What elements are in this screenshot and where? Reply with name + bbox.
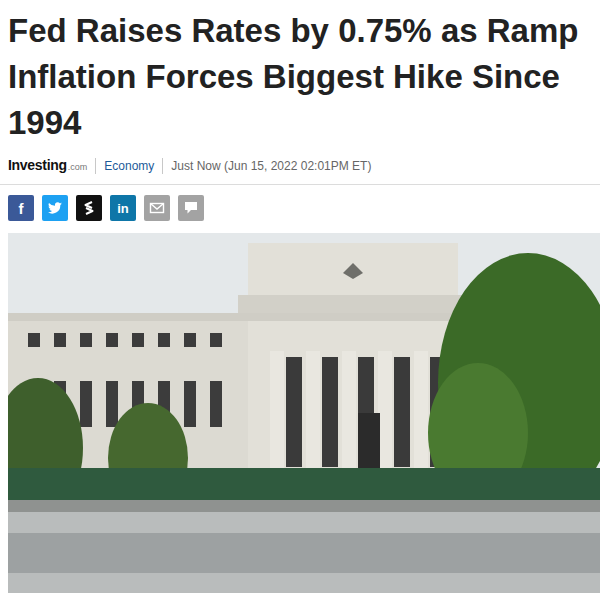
source-suffix: .com <box>68 158 88 176</box>
linkedin-share-button[interactable]: in <box>110 195 136 221</box>
share-bar: f in <box>0 185 600 233</box>
twitter-bird-icon <box>47 200 63 216</box>
facebook-share-button[interactable]: f <box>8 195 34 221</box>
comment-share-button[interactable] <box>178 195 204 221</box>
title-line: Fed Raises Rates by 0.75% as Ramp <box>8 8 600 54</box>
federal-reserve-building-photo <box>8 233 600 593</box>
button-label: in <box>117 202 129 215</box>
category-link[interactable]: Economy <box>104 157 154 175</box>
stocktwits-share-button[interactable] <box>76 195 102 221</box>
source-name: Investing <box>8 156 67 174</box>
article-photo <box>8 233 600 593</box>
envelope-icon <box>149 200 165 216</box>
article-title: Fed Raises Rates by 0.75% as RampInflati… <box>0 0 600 146</box>
title-line: 1994 <box>8 100 600 146</box>
timestamp: Just Now (Jun 15, 2022 02:01PM ET) <box>171 157 371 175</box>
separator <box>95 158 96 174</box>
title-line: Inflation Forces Biggest Hike Since <box>8 54 600 100</box>
byline: Investing.com Economy Just Now (Jun 15, 20… <box>0 146 600 185</box>
twitter-share-button[interactable] <box>42 195 68 221</box>
comment-icon <box>183 200 199 216</box>
source-logo[interactable]: Investing.com <box>8 156 87 176</box>
button-label: f <box>19 201 24 216</box>
stocktwits-icon <box>81 200 97 216</box>
email-share-button[interactable] <box>144 195 170 221</box>
separator <box>162 158 163 174</box>
